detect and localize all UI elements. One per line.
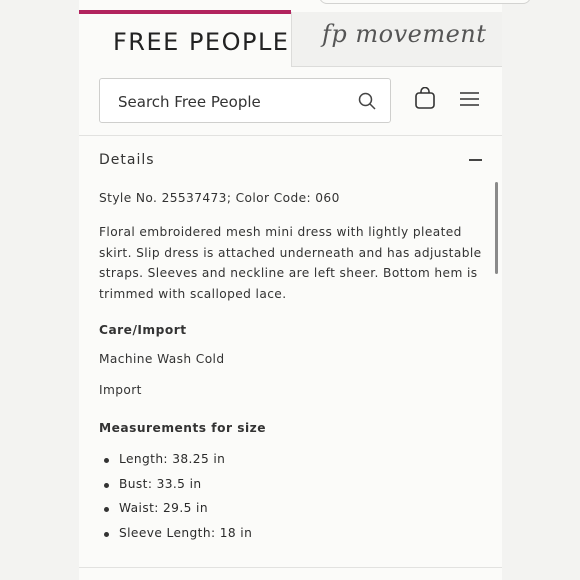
care-heading: Care/Import: [99, 323, 187, 337]
header-divider: [79, 135, 502, 136]
scrollbar[interactable]: [495, 182, 498, 274]
details-accordion-title[interactable]: Details: [99, 152, 155, 168]
search-icon[interactable]: [358, 92, 376, 110]
style-number: Style No. 25537473; Color Code: 060: [99, 191, 340, 205]
free-people-logo: FREE PEOPLE: [113, 28, 290, 56]
measurements-list: Length: 38.25 in Bust: 33.5 in Waist: 29…: [99, 452, 252, 550]
top-partial-button[interactable]: [319, 0, 531, 4]
tab-fp-movement[interactable]: fp movement: [291, 12, 502, 67]
list-item: Length: 38.25 in: [99, 452, 252, 477]
product-description: Floral embroidered mesh mini dress with …: [99, 225, 482, 301]
search-box[interactable]: [99, 78, 391, 123]
care-item: Import: [99, 383, 142, 397]
product-page: FREE PEOPLE fp movement Details Style No…: [79, 0, 531, 580]
list-item: Waist: 29.5 in: [99, 501, 252, 526]
search-input[interactable]: [116, 89, 350, 115]
care-item: Machine Wash Cold: [99, 352, 225, 366]
minus-icon[interactable]: [469, 159, 482, 161]
tab-free-people[interactable]: FREE PEOPLE: [79, 10, 291, 67]
hamburger-menu-icon[interactable]: [460, 91, 479, 107]
bottom-divider: [79, 567, 502, 568]
measurements-heading: Measurements for size: [99, 421, 267, 435]
shopping-bag-icon[interactable]: [414, 87, 436, 109]
list-item: Sleeve Length: 18 in: [99, 526, 252, 551]
list-item: Bust: 33.5 in: [99, 477, 252, 502]
fp-movement-logo: fp movement: [322, 20, 487, 48]
